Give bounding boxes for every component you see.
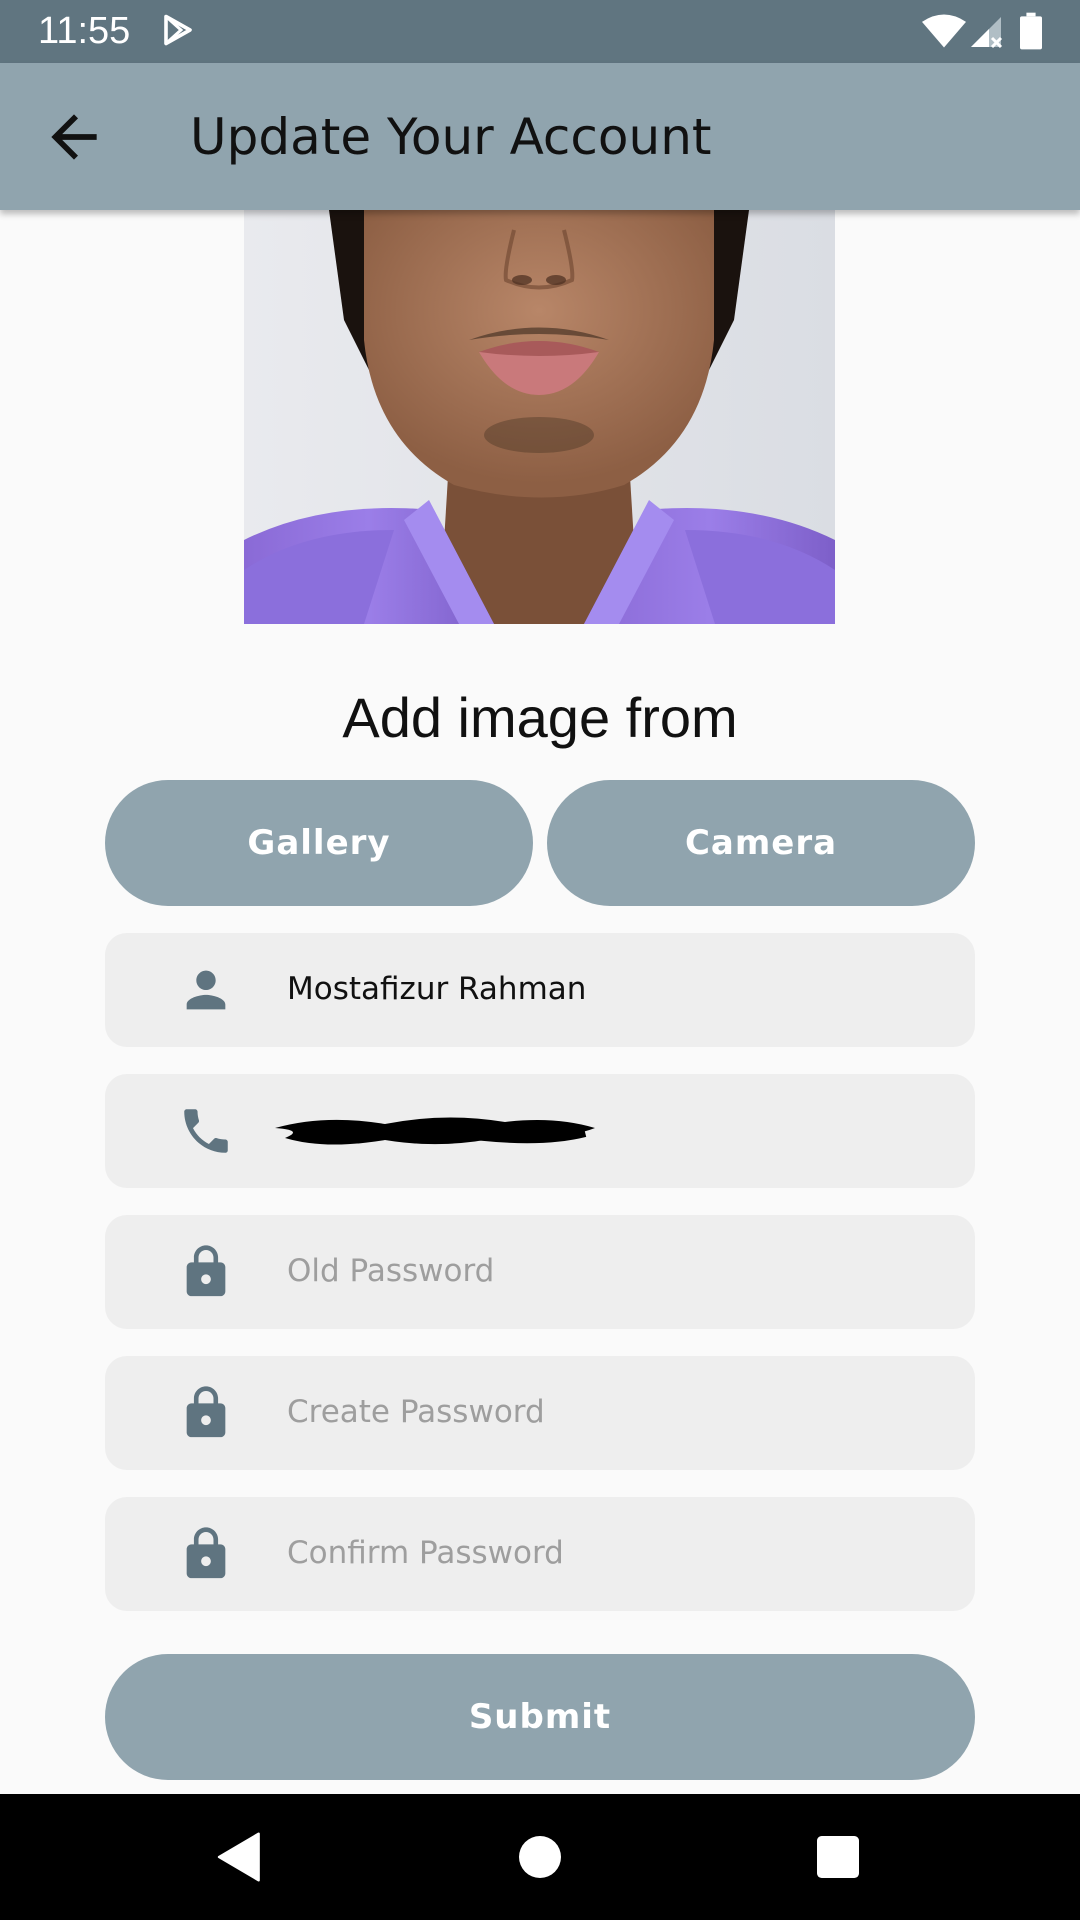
app-bar: Update Your Account bbox=[0, 63, 1080, 210]
recents-square-icon[interactable] bbox=[810, 1829, 866, 1885]
gallery-button-label: Gallery bbox=[247, 823, 391, 863]
confirm-password-field[interactable] bbox=[105, 1497, 975, 1611]
back-triangle-icon[interactable] bbox=[212, 1829, 268, 1885]
submit-button-label: Submit bbox=[468, 1697, 612, 1737]
home-circle-icon[interactable] bbox=[512, 1829, 568, 1885]
page-title: Update Your Account bbox=[190, 108, 712, 166]
redaction-scribble bbox=[275, 1117, 595, 1145]
status-bar: 11:55 bbox=[0, 0, 1080, 63]
camera-button-label: Camera bbox=[684, 823, 838, 863]
person-icon bbox=[186, 970, 226, 1010]
create-password-field[interactable] bbox=[105, 1356, 975, 1470]
status-time: 11:55 bbox=[38, 10, 131, 52]
name-value: Mostafizur Rahman bbox=[287, 971, 587, 1007]
wifi-icon bbox=[922, 14, 966, 48]
add-image-heading: Add image from bbox=[342, 686, 738, 749]
navigation-bar bbox=[0, 1794, 1080, 1920]
play-store-icon bbox=[164, 14, 192, 46]
phone-field[interactable] bbox=[105, 1074, 975, 1188]
arrow-back-icon[interactable] bbox=[40, 103, 108, 171]
camera-button[interactable]: Camera bbox=[547, 780, 975, 906]
lock-icon bbox=[186, 1527, 226, 1579]
old-password-field[interactable] bbox=[105, 1215, 975, 1329]
old-password-input[interactable] bbox=[287, 1245, 927, 1297]
profile-photo bbox=[244, 210, 835, 624]
signal-icon bbox=[971, 17, 1003, 49]
submit-button[interactable]: Submit bbox=[105, 1654, 975, 1780]
create-password-input[interactable] bbox=[287, 1386, 927, 1438]
gallery-button[interactable]: Gallery bbox=[105, 780, 533, 906]
battery-icon bbox=[1020, 12, 1042, 50]
confirm-password-input[interactable] bbox=[287, 1527, 927, 1579]
lock-icon bbox=[186, 1245, 226, 1297]
phone-icon bbox=[184, 1109, 228, 1153]
lock-icon bbox=[186, 1386, 226, 1438]
name-field[interactable]: Mostafizur Rahman bbox=[105, 933, 975, 1047]
